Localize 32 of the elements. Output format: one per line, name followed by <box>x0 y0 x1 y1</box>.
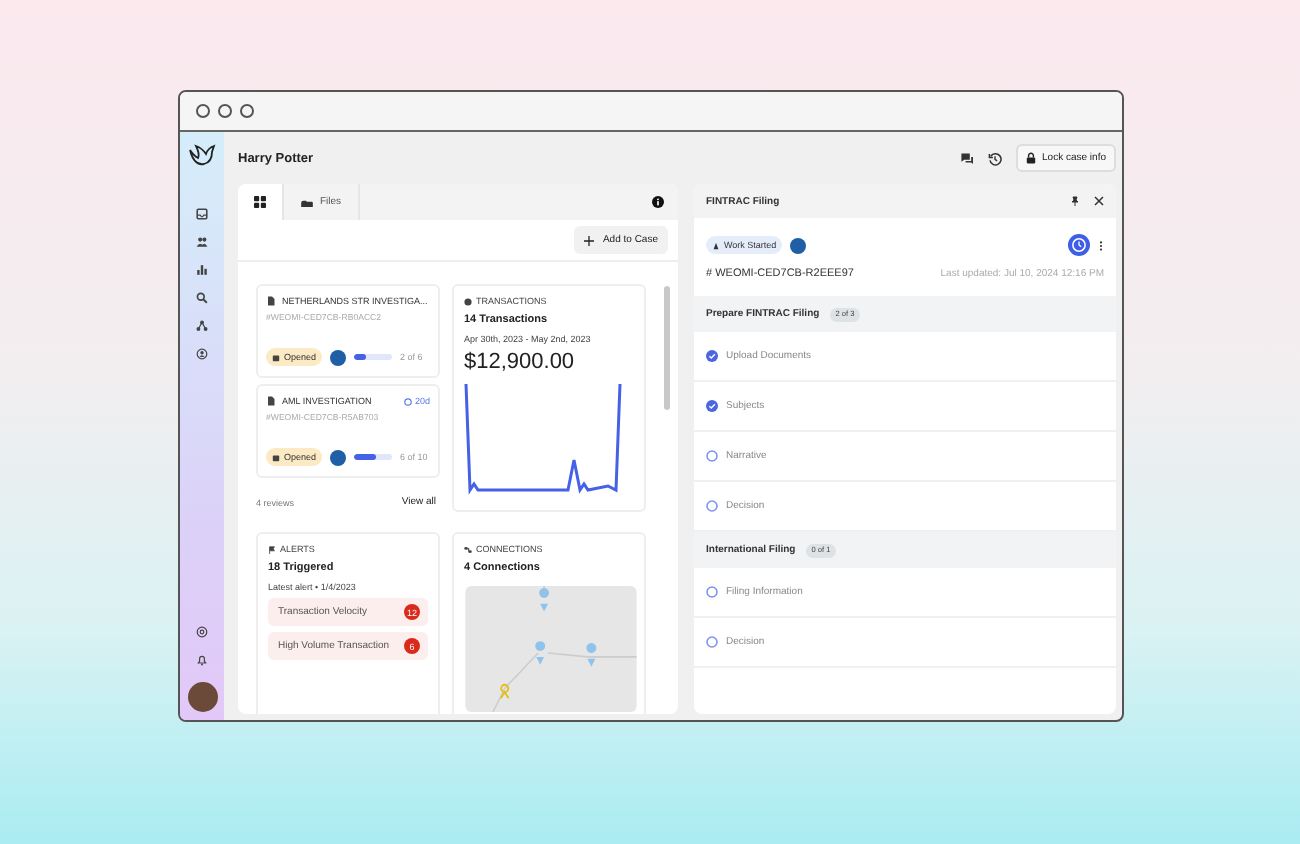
document-icon <box>266 396 276 406</box>
clock-icon <box>404 397 413 405</box>
folder-icon <box>300 197 314 207</box>
avatar <box>330 449 347 465</box>
close-icon[interactable] <box>1094 196 1104 206</box>
user-cycle-icon[interactable] <box>196 348 208 360</box>
bird-logo-icon <box>188 144 216 168</box>
grid-icon <box>254 196 266 208</box>
avatar <box>790 237 807 253</box>
avatar <box>330 349 347 365</box>
bar-chart-icon[interactable] <box>196 264 208 276</box>
total-amount: $12,900.00 <box>464 350 577 374</box>
history-icon[interactable] <box>988 151 1003 165</box>
search-icon[interactable] <box>196 292 208 304</box>
chat-icon[interactable] <box>960 151 975 165</box>
bell-icon[interactable] <box>196 654 208 666</box>
document-icon <box>266 296 276 306</box>
lock-icon <box>1026 152 1037 164</box>
grid-tab[interactable] <box>238 184 284 220</box>
hierarchy-icon[interactable] <box>196 320 208 332</box>
info-icon[interactable] <box>652 196 664 208</box>
people-icon[interactable] <box>196 236 208 248</box>
help-icon[interactable] <box>196 626 208 638</box>
flag-icon <box>268 545 276 553</box>
progress-bar <box>354 354 393 360</box>
scrollbar-thumb[interactable] <box>664 286 670 410</box>
progress-bar <box>354 454 393 460</box>
avatar[interactable] <box>187 682 217 712</box>
pin-icon[interactable] <box>1070 196 1080 206</box>
connections-icon <box>464 545 472 553</box>
clock-icon[interactable] <box>1068 234 1090 256</box>
plus-icon <box>584 235 595 245</box>
